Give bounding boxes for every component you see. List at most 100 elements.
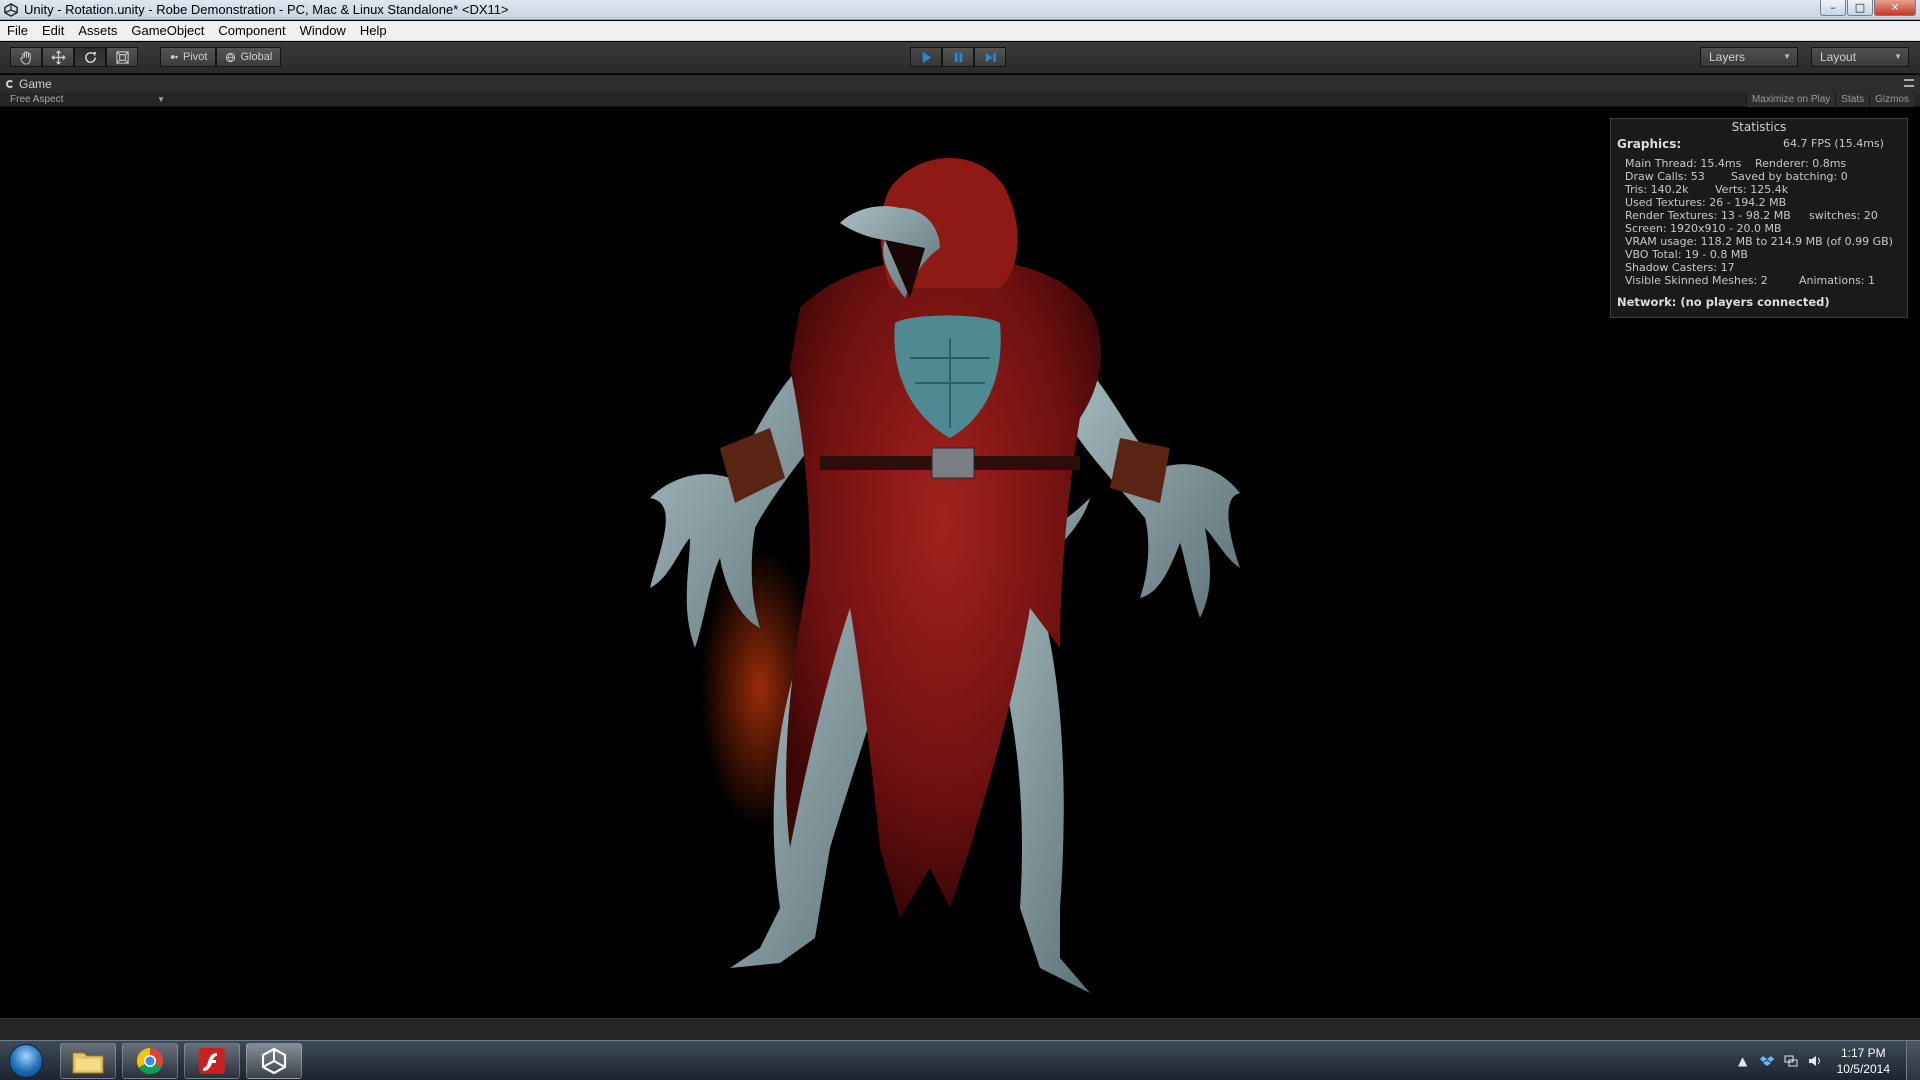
- game-view-controls: Free Aspect ▼ Maximize on Play Stats Giz…: [0, 93, 1920, 107]
- show-hidden-icons-icon[interactable]: ▲: [1735, 1053, 1751, 1069]
- tris-stat: Tris: 140.2k: [1625, 183, 1689, 196]
- flash-icon: [199, 1048, 225, 1074]
- play-button[interactable]: [910, 47, 942, 67]
- caret-down-icon: ▼: [1894, 52, 1902, 61]
- shadow-casters-stat: Shadow Casters: 17: [1625, 261, 1735, 274]
- panel-menu-icon[interactable]: [1904, 79, 1914, 87]
- menu-gameobject[interactable]: GameObject: [124, 23, 211, 38]
- taskbar-unity[interactable]: [246, 1043, 302, 1079]
- aspect-dropdown[interactable]: Free Aspect ▼: [10, 93, 165, 107]
- pause-button[interactable]: [942, 47, 974, 67]
- folder-icon: [72, 1052, 104, 1074]
- globe-icon: [226, 52, 236, 62]
- renderer-stat: Renderer: 0.8ms: [1755, 157, 1847, 170]
- pause-icon: [954, 52, 962, 62]
- unity-editor-window: Unity - Rotation.unity - Robe Demonstrat…: [0, 0, 1920, 1080]
- window-title: Unity - Rotation.unity - Robe Demonstrat…: [24, 2, 509, 17]
- caret-down-icon: ▼: [1783, 52, 1791, 61]
- view-toggles: Maximize on Play Stats Gizmos: [1745, 93, 1914, 107]
- step-button[interactable]: [974, 47, 1006, 67]
- status-bar: [0, 1018, 1920, 1040]
- draw-calls-stat: Draw Calls: 53: [1625, 170, 1705, 183]
- close-button[interactable]: ✕: [1874, 0, 1916, 16]
- gizmos-dropdown[interactable]: Gizmos: [1869, 93, 1914, 107]
- maximize-button[interactable]: □: [1847, 0, 1873, 16]
- menu-file[interactable]: File: [0, 23, 35, 38]
- system-clock[interactable]: 1:17 PM 10/5/2014: [1837, 1045, 1890, 1077]
- statistics-panel: Statistics Graphics: 64.7 FPS (15.4ms) M…: [1610, 118, 1908, 318]
- used-textures-stat: Used Textures: 26 - 194.2 MB: [1625, 196, 1787, 209]
- network-status: Network: (no players connected): [1617, 295, 1830, 309]
- menu-window[interactable]: Window: [293, 23, 353, 38]
- game-tab-icon: [6, 80, 14, 88]
- menu-bar: File Edit Assets GameObject Component Wi…: [0, 21, 1920, 41]
- menu-assets[interactable]: Assets: [71, 23, 124, 38]
- windows-taskbar: ▲ 1:17 PM 10/5/2014: [0, 1040, 1920, 1080]
- chrome-icon: [136, 1047, 163, 1075]
- layers-dropdown[interactable]: Layers ▼: [1700, 47, 1798, 67]
- dropbox-icon[interactable]: [1759, 1053, 1775, 1069]
- taskbar-flash[interactable]: [184, 1043, 240, 1079]
- layout-label: Layout: [1820, 50, 1857, 64]
- unity-logo-icon: [4, 2, 18, 17]
- playback-controls: [910, 47, 1006, 67]
- vram-stat: VRAM usage: 118.2 MB to 214.9 MB (of 0.9…: [1625, 235, 1893, 248]
- pivot-toggle[interactable]: Pivot: [160, 47, 217, 67]
- screen-stat: Screen: 1920x910 - 20.0 MB: [1625, 222, 1782, 235]
- aspect-label: Free Aspect: [10, 94, 64, 105]
- minimize-button[interactable]: –: [1820, 0, 1846, 16]
- statistics-title: Statistics: [1731, 120, 1787, 134]
- pivot-icon: [170, 55, 178, 59]
- start-button[interactable]: [6, 1043, 46, 1079]
- layout-dropdown[interactable]: Layout ▼: [1811, 47, 1909, 67]
- title-bar[interactable]: Unity - Rotation.unity - Robe Demonstrat…: [0, 0, 1920, 20]
- game-tab-label: Game: [19, 77, 52, 91]
- network-icon[interactable]: [1783, 1053, 1799, 1069]
- unity-icon: [261, 1047, 287, 1075]
- skinned-meshes-stat: Visible Skinned Meshes: 2: [1625, 274, 1768, 287]
- global-label: Global: [240, 51, 273, 63]
- layers-label: Layers: [1709, 50, 1746, 64]
- play-icon: [922, 51, 931, 63]
- fps-readout: 64.7 FPS (15.4ms): [1783, 137, 1884, 150]
- game-viewport[interactable]: Statistics Graphics: 64.7 FPS (15.4ms) M…: [0, 108, 1920, 1018]
- graphics-label: Graphics:: [1617, 137, 1682, 151]
- rotate-tool-button[interactable]: [74, 47, 106, 67]
- rotate-icon: [84, 51, 96, 63]
- scale-icon: [115, 50, 129, 64]
- move-arrows-icon: [51, 50, 65, 64]
- system-tray: ▲ 1:17 PM 10/5/2014: [1735, 1041, 1890, 1080]
- switches-stat: switches: 20: [1809, 209, 1878, 222]
- saved-batching-stat: Saved by batching: 0: [1731, 170, 1848, 183]
- global-toggle[interactable]: Global: [216, 47, 282, 67]
- main-thread-stat: Main Thread: 15.4ms: [1625, 157, 1742, 170]
- show-desktop-button[interactable]: [1906, 1041, 1920, 1080]
- verts-stat: Verts: 125.4k: [1715, 183, 1789, 196]
- windows-start-orb-icon: [9, 1044, 43, 1078]
- stats-toggle[interactable]: Stats: [1835, 93, 1870, 107]
- caret-down-icon: ▼: [157, 95, 165, 104]
- menu-help[interactable]: Help: [353, 23, 394, 38]
- pivot-label: Pivot: [183, 51, 208, 63]
- game-tab-bar: Game: [0, 75, 1920, 93]
- tab-game[interactable]: Game: [6, 77, 52, 91]
- clock-date: 10/5/2014: [1836, 1062, 1890, 1076]
- vbo-stat: VBO Total: 19 - 0.8 MB: [1625, 248, 1748, 261]
- clock-time: 1:17 PM: [1840, 1046, 1886, 1060]
- menu-edit[interactable]: Edit: [35, 23, 71, 38]
- render-textures-stat: Render Textures: 13 - 98.2 MB: [1625, 209, 1791, 222]
- hand-tool-button[interactable]: [10, 47, 42, 67]
- volume-icon[interactable]: [1807, 1053, 1823, 1069]
- maximize-on-play-toggle[interactable]: Maximize on Play: [1745, 93, 1836, 107]
- step-icon: [985, 52, 996, 62]
- move-tool-button[interactable]: [42, 47, 74, 67]
- animations-stat: Animations: 1: [1799, 274, 1876, 287]
- taskbar-chrome[interactable]: [122, 1043, 178, 1079]
- menu-component[interactable]: Component: [211, 23, 292, 38]
- editor-toolbar: Pivot Global Layers ▼ Layout ▼: [0, 42, 1920, 74]
- scale-tool-button[interactable]: [106, 47, 138, 67]
- taskbar-explorer[interactable]: [60, 1043, 116, 1079]
- hand-icon: [19, 50, 31, 65]
- transform-tools: [10, 47, 138, 67]
- lizard-character-render: [650, 158, 1240, 993]
